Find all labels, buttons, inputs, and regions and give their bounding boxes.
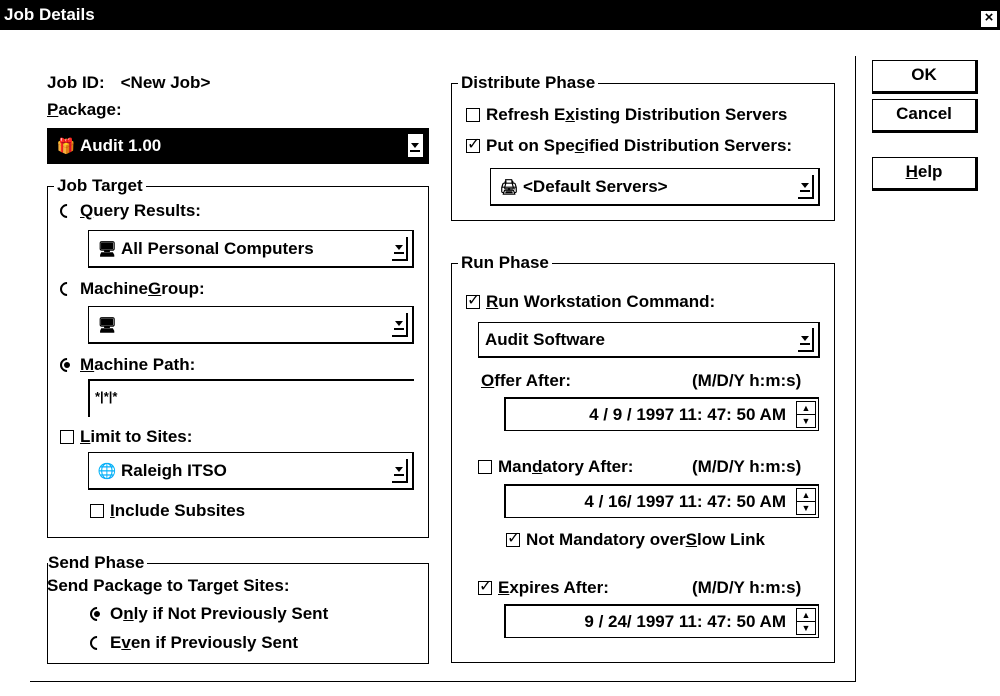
- machine-path-radio[interactable]: Machine Path:: [57, 355, 195, 375]
- machine-group-dropdown[interactable]: 🖥: [88, 306, 414, 344]
- radio-icon: [87, 633, 107, 653]
- computers-icon: 🖥: [97, 240, 117, 258]
- gift-icon: 🎁: [56, 137, 76, 155]
- chevron-up-icon[interactable]: ▲: [797, 489, 815, 501]
- offer-after-label: Offer After:: [481, 371, 572, 390]
- chevron-down-icon[interactable]: [407, 132, 425, 159]
- chevron-down-icon[interactable]: [392, 236, 408, 261]
- chevron-up-icon[interactable]: ▲: [797, 609, 815, 621]
- chevron-down-icon[interactable]: ▼: [797, 501, 815, 514]
- expires-after-checkbox[interactable]: Expires After:: [478, 577, 609, 598]
- bottom-divider: [30, 681, 856, 682]
- command-value: Audit Software: [485, 329, 605, 349]
- checkbox-icon: [466, 108, 480, 122]
- server-icon: 🖨: [499, 178, 519, 196]
- run-phase-legend: Run Phase: [458, 253, 552, 273]
- radio-icon: [57, 355, 77, 375]
- machine-group-radio[interactable]: Machine Group:: [57, 279, 205, 299]
- send-phase-legend: Send Phase: [48, 553, 148, 573]
- slow-link-checkbox[interactable]: Not Mandatory over Slow Link: [506, 529, 765, 550]
- offer-after-value: 4 / 9 / 1997 11: 47: 50 AM: [589, 404, 786, 424]
- checkbox-icon: [90, 504, 104, 518]
- checkbox-icon: [60, 430, 74, 444]
- query-results-radio[interactable]: Query Results:: [57, 201, 201, 221]
- package-value: Audit 1.00: [80, 135, 162, 155]
- spin-arrows[interactable]: ▲ ▼: [796, 608, 816, 635]
- refresh-servers-checkbox[interactable]: Refresh Ex isting Distribution Servers: [466, 105, 787, 125]
- ok-button[interactable]: OK: [872, 60, 978, 94]
- expires-after-spinner[interactable]: 9 / 24/ 1997 11: 47: 50 AM ▲ ▼: [504, 604, 819, 638]
- chevron-down-icon[interactable]: ▼: [797, 621, 815, 634]
- command-dropdown[interactable]: Audit Software: [478, 322, 820, 358]
- only-if-not-sent-radio[interactable]: On ly if Not Previously Sent: [87, 604, 328, 624]
- offer-date-format: (M/D/Y h:m:s): [692, 371, 802, 390]
- checkbox-icon: [506, 529, 520, 549]
- chevron-down-icon[interactable]: [392, 458, 408, 483]
- mandatory-after-value: 4 / 16/ 1997 11: 47: 50 AM: [584, 491, 786, 511]
- globe-icon: 🌐: [97, 462, 117, 480]
- title-bar: Job Details ×: [0, 0, 1000, 30]
- close-button[interactable]: ×: [980, 10, 998, 28]
- chevron-down-icon[interactable]: [392, 312, 408, 337]
- package-label: Package:: [47, 100, 122, 119]
- send-phase-caption: Send Package to Target Sites:: [47, 576, 290, 595]
- include-subsites-checkbox[interactable]: Include Subsites: [90, 501, 245, 521]
- offer-after-spinner[interactable]: 4 / 9 / 1997 11: 47: 50 AM ▲ ▼: [504, 397, 819, 431]
- put-on-servers-checkbox[interactable]: Put on Specified Distribution Servers:: [466, 135, 792, 156]
- radio-icon: [57, 279, 77, 299]
- even-if-sent-radio[interactable]: Ev en if Previously Sent: [87, 633, 298, 653]
- vertical-divider: [855, 56, 856, 682]
- limit-to-sites-checkbox[interactable]: Limit to Sites:: [60, 427, 192, 447]
- computer-icon: 🖥: [97, 316, 117, 334]
- job-target-legend: Job Target: [54, 176, 146, 196]
- cancel-button[interactable]: Cancel: [872, 99, 978, 133]
- checkbox-icon: [478, 460, 492, 474]
- checkbox-icon: [466, 291, 480, 311]
- spin-arrows[interactable]: ▲ ▼: [796, 488, 816, 515]
- chevron-up-icon[interactable]: ▲: [797, 402, 815, 414]
- run-command-checkbox[interactable]: Run Workstation Command:: [466, 291, 715, 312]
- mandatory-date-format: (M/D/Y h:m:s): [692, 457, 802, 476]
- chevron-down-icon[interactable]: [798, 174, 814, 199]
- chevron-down-icon[interactable]: [798, 327, 814, 352]
- expires-after-value: 9 / 24/ 1997 11: 47: 50 AM: [584, 611, 786, 631]
- machine-path-value: *|*|*: [95, 389, 118, 404]
- close-icon: ×: [984, 9, 994, 26]
- machine-path-input[interactable]: *|*|*: [88, 379, 414, 417]
- distribute-phase-legend: Distribute Phase: [458, 73, 599, 93]
- job-id-value: <New Job>: [120, 73, 211, 92]
- query-results-dropdown[interactable]: 🖥 All Personal Computers: [88, 230, 414, 268]
- servers-dropdown[interactable]: 🖨 <Default Servers>: [490, 168, 820, 206]
- job-id-row: Job ID: <New Job>: [47, 73, 210, 93]
- radio-icon: [57, 201, 77, 221]
- help-button[interactable]: Help: [872, 157, 978, 191]
- mandatory-after-checkbox[interactable]: Man d atory After:: [478, 457, 633, 477]
- sites-dropdown[interactable]: 🌐 Raleigh ITSO: [88, 452, 414, 490]
- mandatory-after-spinner[interactable]: 4 / 16/ 1997 11: 47: 50 AM ▲ ▼: [504, 484, 819, 518]
- chevron-down-icon[interactable]: ▼: [797, 414, 815, 427]
- checkbox-icon: [478, 577, 492, 597]
- package-dropdown[interactable]: 🎁 Audit 1.00: [47, 128, 429, 164]
- servers-value: <Default Servers>: [523, 176, 668, 196]
- spin-arrows[interactable]: ▲ ▼: [796, 401, 816, 428]
- sites-value: Raleigh ITSO: [121, 460, 227, 480]
- job-id-label: Job ID:: [47, 73, 105, 92]
- query-value: All Personal Computers: [121, 238, 314, 258]
- window-title: Job Details: [4, 5, 95, 24]
- checkbox-icon: [466, 135, 480, 155]
- expires-date-format: (M/D/Y h:m:s): [692, 578, 802, 597]
- radio-icon: [87, 604, 107, 624]
